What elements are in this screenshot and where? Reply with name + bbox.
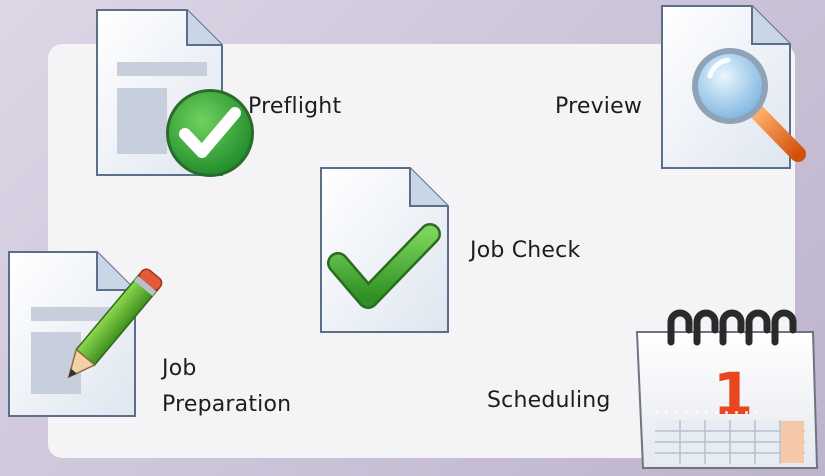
tool-label-job-preparation-line2[interactable]: Preparation: [162, 392, 291, 419]
document-magnifier-icon: [661, 5, 806, 169]
tool-job-preparation[interactable]: [5, 251, 165, 422]
tool-preflight[interactable]: [95, 9, 254, 180]
tool-label-preflight[interactable]: Preflight: [248, 94, 341, 121]
tool-label-scheduling[interactable]: Scheduling: [487, 388, 611, 415]
tool-job-check[interactable]: [318, 167, 458, 338]
calendar-icon: 1: [635, 309, 819, 469]
page-indicator-dots: [655, 411, 765, 415]
calendar-day-number: 1: [713, 360, 753, 428]
tool-label-job-preparation-line1[interactable]: Job: [162, 356, 197, 383]
document-checkmark-icon: [320, 167, 449, 333]
document-check-badge-icon: [96, 9, 254, 177]
tool-label-preview[interactable]: Preview: [555, 94, 642, 121]
tool-scheduling[interactable]: 1: [635, 300, 825, 476]
tool-label-job-check[interactable]: Job Check: [470, 238, 580, 265]
tool-preview[interactable]: [658, 5, 818, 176]
document-pencil-icon: [8, 251, 163, 417]
